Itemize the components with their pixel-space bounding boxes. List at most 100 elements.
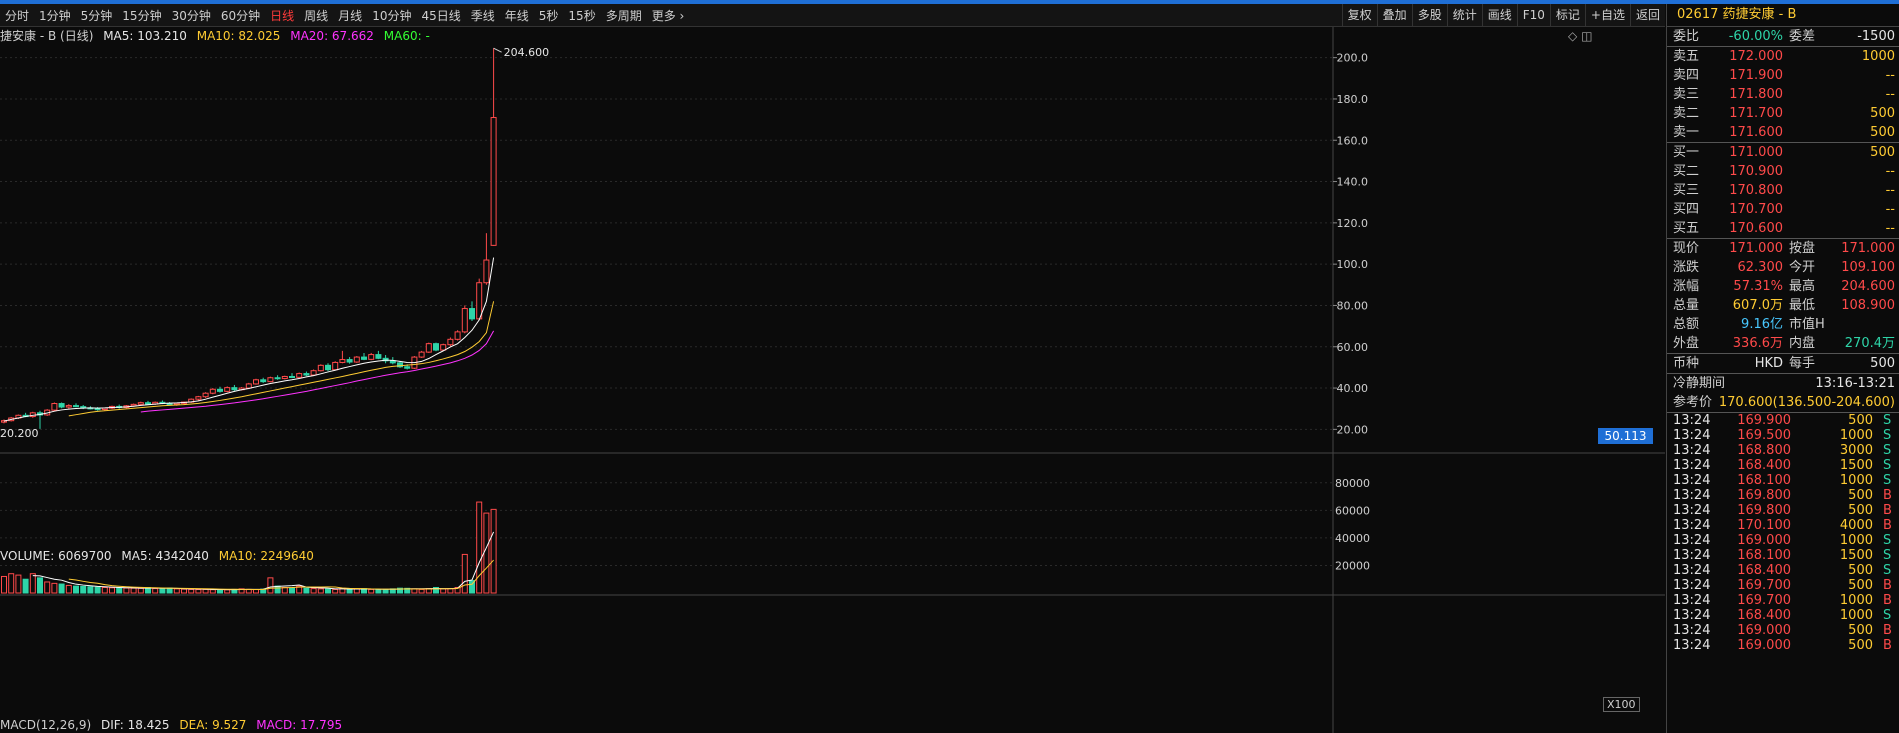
period-tab[interactable]: 15秒 bbox=[563, 7, 600, 24]
cooling-label: 冷静期间 bbox=[1673, 376, 1726, 391]
period-tab[interactable]: 月线 bbox=[333, 7, 367, 24]
period-tab[interactable]: 更多 › bbox=[647, 7, 690, 24]
volume-bar bbox=[109, 587, 115, 594]
tool-button[interactable]: 画线 bbox=[1481, 4, 1517, 26]
bid-row[interactable]: 买四 170.700 -- bbox=[1667, 200, 1899, 219]
period-tab[interactable]: 30分钟 bbox=[167, 7, 216, 24]
stat-value: 9.16亿 bbox=[1741, 317, 1783, 332]
ask-row[interactable]: 卖五 172.000 1000 bbox=[1667, 47, 1899, 66]
candle-body bbox=[245, 383, 252, 389]
volume-bar bbox=[281, 586, 288, 594]
period-tab[interactable]: 季线 bbox=[466, 7, 500, 24]
period-tab[interactable]: 分时 bbox=[0, 7, 34, 24]
period-tab[interactable]: 5秒 bbox=[534, 7, 564, 24]
book-price: 171.700 bbox=[1729, 106, 1783, 121]
tick-time: 13:24 bbox=[1673, 443, 1711, 458]
candle-body bbox=[195, 396, 202, 400]
tick-list[interactable]: 13:24 169.900 500 S 13:24 169.500 1000 S 13:24 16… bbox=[1667, 413, 1899, 659]
tool-button[interactable]: +自选 bbox=[1584, 4, 1630, 26]
tick-time: 13:24 bbox=[1673, 518, 1711, 533]
candle-body bbox=[253, 379, 259, 385]
ask-row[interactable]: 卖三 171.800 -- bbox=[1667, 85, 1899, 104]
volume-bar bbox=[37, 577, 43, 594]
bid-row[interactable]: 买一 171.000 500 bbox=[1667, 143, 1899, 162]
tool-button[interactable]: 标记 bbox=[1549, 4, 1585, 26]
book-volume: -- bbox=[1885, 164, 1895, 179]
volume-bar bbox=[418, 588, 425, 594]
tick-row: 13:24 168.100 1500 S bbox=[1667, 548, 1899, 563]
period-toolbar: 分时 1分钟 5分钟 15分钟 30分钟 60分钟 日线 周线 月线 10分钟 45日线 季线 年线 5秒… bbox=[0, 4, 1665, 27]
candle-body bbox=[202, 392, 209, 398]
candle-body bbox=[375, 354, 382, 359]
period-tab[interactable]: 5分钟 bbox=[76, 7, 118, 24]
candle-body bbox=[317, 364, 324, 372]
stat-label: 外盘 bbox=[1673, 336, 1700, 351]
period-tab[interactable]: 1分钟 bbox=[34, 7, 76, 24]
candle-body bbox=[339, 359, 346, 363]
ask-row[interactable]: 卖一 171.600 500 bbox=[1667, 123, 1899, 142]
stat-value: 336.6万 bbox=[1732, 336, 1783, 351]
period-tab[interactable]: 年线 bbox=[500, 7, 534, 24]
book-price: 170.900 bbox=[1729, 164, 1783, 179]
kline-chart[interactable]: 200.0 180.0 160.0 140.0 120.0 100.0 80.00 60.00… bbox=[0, 27, 1665, 733]
tick-row: 13:24 169.800 500 B bbox=[1667, 503, 1899, 518]
period-tab[interactable]: 周线 bbox=[299, 7, 333, 24]
ask-row[interactable]: 卖二 171.700 500 bbox=[1667, 104, 1899, 123]
tool-button[interactable]: 复权 bbox=[1341, 4, 1377, 26]
currency-label: 币种 bbox=[1673, 356, 1700, 371]
tick-row: 13:24 168.400 1000 S bbox=[1667, 608, 1899, 623]
volume-bar bbox=[181, 588, 187, 594]
volume-bar bbox=[15, 574, 22, 594]
volume-bar bbox=[87, 586, 94, 594]
stat-label: 总量 bbox=[1673, 298, 1700, 313]
tool-button[interactable]: 叠加 bbox=[1376, 4, 1412, 26]
candle-body bbox=[209, 388, 216, 394]
tool-button[interactable]: 多股 bbox=[1411, 4, 1447, 26]
bid-row[interactable]: 买二 170.900 -- bbox=[1667, 162, 1899, 181]
tick-time: 13:24 bbox=[1673, 578, 1711, 593]
high-arrow bbox=[493, 47, 502, 53]
candle-body bbox=[418, 351, 425, 358]
stat-label: 最低 bbox=[1789, 298, 1816, 313]
candle-body bbox=[281, 375, 288, 380]
bid-row[interactable]: 买五 170.600 -- bbox=[1667, 219, 1899, 238]
stat-label: 今开 bbox=[1789, 260, 1816, 275]
tool-button[interactable]: 统计 bbox=[1446, 4, 1482, 26]
tick-volume: 500 bbox=[1848, 413, 1873, 428]
tick-row: 13:24 168.100 1000 S bbox=[1667, 473, 1899, 488]
tool-button[interactable]: 返回 bbox=[1629, 4, 1665, 26]
high-price-label: 204.600 bbox=[504, 46, 549, 59]
volume-bar bbox=[116, 587, 123, 594]
period-tab[interactable]: 日线 bbox=[265, 7, 299, 24]
volume-bar bbox=[317, 588, 324, 594]
tick-volume: 500 bbox=[1848, 623, 1873, 638]
stat-row: 涨幅 57.31% 最高 204.600 bbox=[1667, 277, 1899, 296]
candle-body bbox=[332, 361, 339, 371]
candle-body bbox=[224, 387, 231, 392]
tick-time: 13:24 bbox=[1673, 503, 1711, 518]
period-tab[interactable]: 60分钟 bbox=[216, 7, 265, 24]
book-level-label: 买五 bbox=[1673, 221, 1700, 236]
tick-side: S bbox=[1883, 608, 1892, 623]
stat-row: 总额 9.16亿 市值H bbox=[1667, 315, 1899, 334]
price-tick-label: 100.0 bbox=[1337, 258, 1369, 271]
weibi-value: -60.00% bbox=[1728, 29, 1783, 44]
stat-label: 按盘 bbox=[1789, 241, 1816, 256]
stat-value: 204.600 bbox=[1841, 279, 1895, 294]
tick-row: 13:24 168.400 1500 S bbox=[1667, 458, 1899, 473]
period-tab[interactable]: 多周期 bbox=[601, 7, 647, 24]
tool-button[interactable]: F10 bbox=[1516, 4, 1550, 26]
period-tab[interactable]: 10分钟 bbox=[367, 7, 416, 24]
currency-value: HKD bbox=[1754, 356, 1783, 371]
volume-bar bbox=[325, 588, 331, 594]
volume-bar bbox=[346, 589, 353, 594]
period-tab[interactable]: 15分钟 bbox=[117, 7, 166, 24]
candle-body bbox=[490, 117, 497, 246]
ref-price-row: 参考价 170.600(136.500-204.600) bbox=[1667, 393, 1899, 412]
ask-row[interactable]: 卖四 171.900 -- bbox=[1667, 66, 1899, 85]
period-tab[interactable]: 45日线 bbox=[416, 7, 465, 24]
book-price: 171.000 bbox=[1729, 145, 1783, 160]
bid-row[interactable]: 买三 170.800 -- bbox=[1667, 181, 1899, 200]
candle-body bbox=[353, 356, 360, 363]
tick-price: 169.000 bbox=[1737, 623, 1791, 638]
